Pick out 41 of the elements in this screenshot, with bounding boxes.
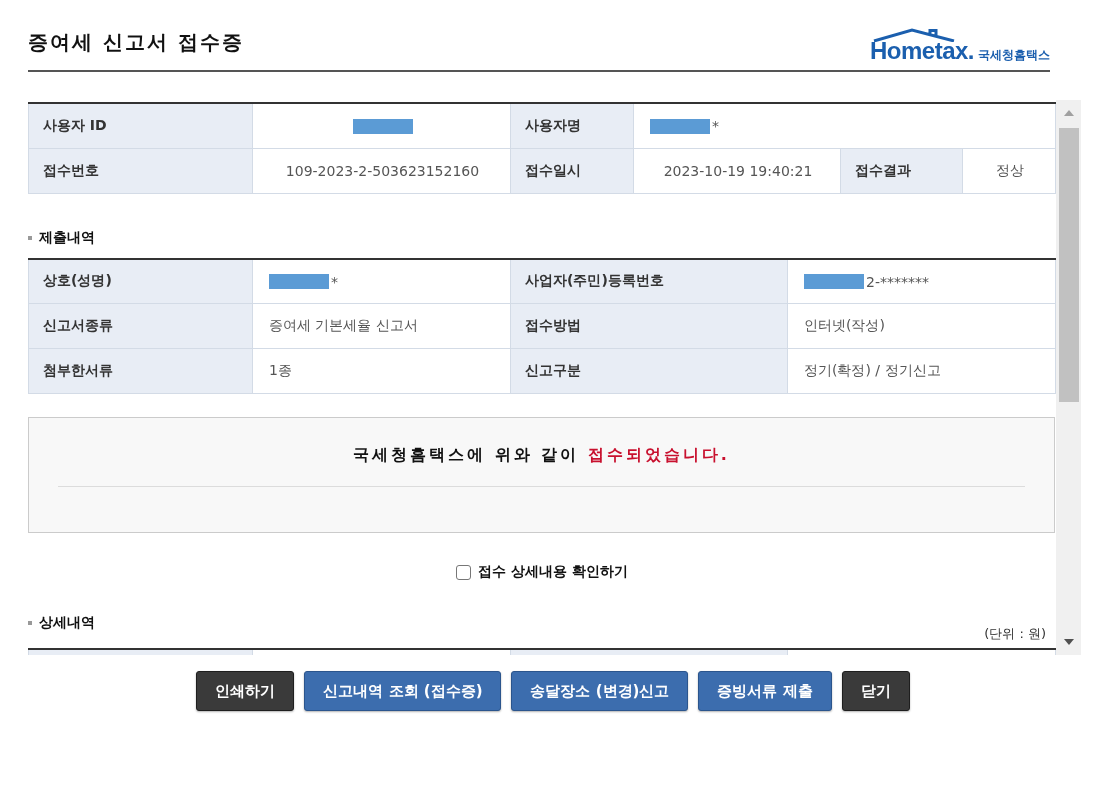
house-roof-icon	[871, 28, 956, 42]
confirmation-message: 국세청홈택스에 위와 같이 접수되었습니다.	[352, 444, 731, 466]
masked-text: *	[331, 273, 338, 290]
action-button[interactable]: 증빙서류 제출	[698, 671, 832, 711]
action-button[interactable]: 닫기	[841, 671, 910, 711]
label-cell: 접수번호	[28, 148, 253, 193]
action-button[interactable]: 인쇄하기	[196, 671, 295, 711]
section-heading: 상세내역	[39, 614, 95, 632]
label-cell: 신고서종류	[28, 303, 253, 349]
unit-note: (단위 : 원)	[984, 625, 1046, 643]
page-title: 증여세 신고서 접수증	[28, 29, 244, 56]
checkbox[interactable]	[456, 564, 472, 580]
label-cell: 상호(성명)	[28, 258, 253, 304]
action-button[interactable]: 송달장소 (변경)신고	[511, 671, 689, 711]
masked-text: 2-*******	[866, 273, 929, 290]
section-heading: 제출내역	[39, 228, 95, 247]
label-cell: 신고구분	[510, 348, 788, 394]
action-button[interactable]: 신고내역 조회 (접수증)	[304, 671, 502, 711]
label-cell: 첨부한서류	[28, 348, 253, 394]
value-cell: 인터넷(작성)	[787, 303, 1056, 349]
scrollbar-thumb[interactable]	[1058, 128, 1079, 402]
label-cell: 접수일시	[510, 148, 634, 193]
bullet-icon	[28, 621, 32, 625]
scroll-up-arrow-icon[interactable]	[1063, 110, 1074, 116]
value-cell: 정기(확정) / 정기신고	[787, 348, 1056, 394]
masked-text: *	[712, 118, 719, 135]
label-cell: 사용자 ID	[28, 103, 253, 148]
value-cell: 증여세 기본세율 신고서	[252, 303, 511, 349]
value-cell: 1종	[252, 348, 511, 394]
label-cell: 접수결과	[840, 148, 963, 193]
value-cell: 109-2023-2-503623152160	[252, 148, 511, 193]
label-cell: 사업자(주민)등록번호	[510, 258, 788, 304]
value-cell: 2023-10-19 19:40:21	[633, 148, 841, 193]
label-cell: 사용자명	[510, 103, 634, 148]
label-cell: 접수방법	[510, 303, 788, 349]
value-cell: 정상	[962, 148, 1056, 193]
bullet-icon	[28, 235, 32, 240]
checkbox-label[interactable]: 접수 상세내용 확인하기	[478, 563, 628, 581]
logo-name: 국세청홈택스	[978, 47, 1050, 63]
scroll-down-arrow-icon[interactable]	[1063, 639, 1074, 645]
logo-wordmark: Hometax.	[869, 39, 974, 63]
